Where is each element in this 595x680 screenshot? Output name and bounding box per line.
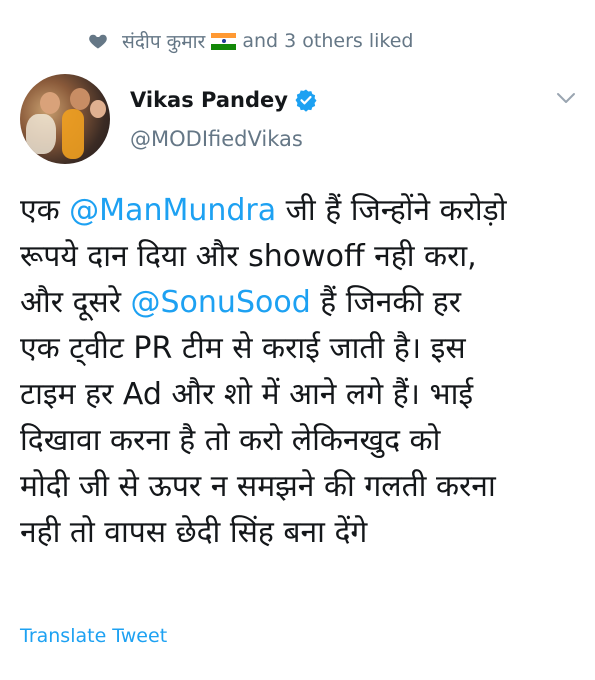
- tweet-line: मोदी जी से ऊपर न समझने की गलती करना: [20, 464, 580, 510]
- tweet-text-segment: जी हैं जिन्होंने करोड़ो: [276, 193, 507, 228]
- tweet-line: एक ट्वीट PR टीम से कराई जाती है। इस: [20, 326, 580, 372]
- tweet-text: एक @ManMundra जी हैं जिन्होंने करोड़ो रू…: [20, 188, 580, 556]
- mention-link[interactable]: @ManMundra: [69, 193, 276, 228]
- tweet-text-segment: दिखावा करना है तो करो लेकिनखुद को: [20, 423, 441, 458]
- liker-name[interactable]: संदीप कुमार: [122, 28, 205, 54]
- author-handle[interactable]: @MODIfiedVikas: [130, 127, 303, 151]
- tweet-text-segment: एक ट्वीट PR टीम से कराई जाती है। इस: [20, 331, 466, 366]
- avatar-light-area: [26, 114, 56, 154]
- tweet-text-segment: नही तो वापस छेदी सिंह बना देंगे: [20, 515, 368, 550]
- tweet-text-segment: रूपये दान दिया और showoff नही करा,: [20, 239, 477, 274]
- tweet-line: नही तो वापस छेदी सिंह बना देंगे: [20, 510, 580, 556]
- avatar[interactable]: [20, 74, 110, 164]
- tweet-line: एक @ManMundra जी हैं जिन्होंने करोड़ो: [20, 188, 580, 234]
- india-flag-icon: [211, 32, 237, 50]
- tweet-line: टाइम हर Ad और शो में आने लगे हैं। भाई: [20, 372, 580, 418]
- author-name-row[interactable]: Vikas Pandey: [130, 88, 318, 112]
- avatar-person: [90, 100, 106, 118]
- mention-link[interactable]: @SonuSood: [131, 285, 311, 320]
- heart-icon: [89, 34, 107, 49]
- liked-others-text: and 3 others liked: [242, 30, 414, 52]
- tweet-text-segment: मोदी जी से ऊपर न समझने की गलती करना: [20, 469, 496, 504]
- author-display-name[interactable]: Vikas Pandey: [130, 88, 288, 112]
- chevron-down-icon[interactable]: [556, 91, 576, 105]
- avatar-person: [40, 92, 60, 114]
- avatar-person: [70, 88, 90, 110]
- translate-tweet-link[interactable]: Translate Tweet: [20, 625, 167, 647]
- tweet-line: रूपये दान दिया और showoff नही करा,: [20, 234, 580, 280]
- tweet-line: दिखावा करना है तो करो लेकिनखुद को: [20, 418, 580, 464]
- tweet-text-segment: एक: [20, 193, 70, 228]
- avatar-garland: [62, 109, 84, 159]
- tweet-text-segment: और दूसरे: [20, 285, 131, 320]
- tweet-text-segment: हैं जिनकी हर: [310, 285, 461, 320]
- verified-badge-icon: [295, 89, 317, 112]
- social-context[interactable]: संदीप कुमार and 3 others liked: [88, 28, 413, 54]
- tweet-text-segment: टाइम हर Ad और शो में आने लगे हैं। भाई: [20, 377, 474, 412]
- tweet-line: और दूसरे @SonuSood हैं जिनकी हर: [20, 280, 580, 326]
